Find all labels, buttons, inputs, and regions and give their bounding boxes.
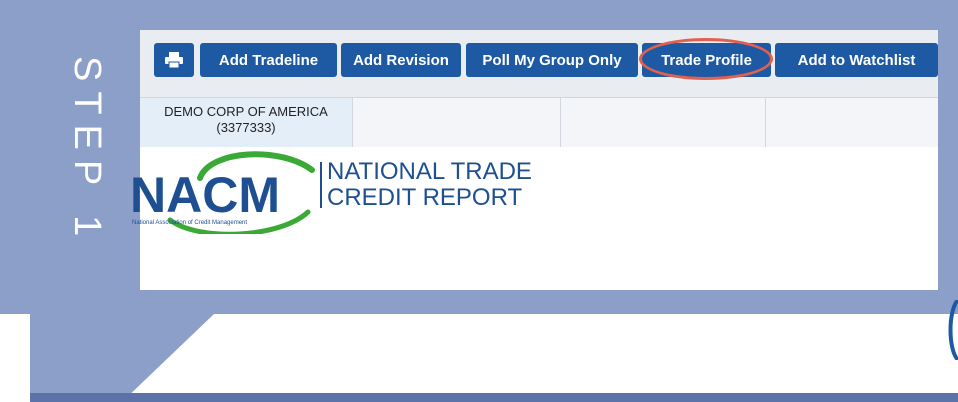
trade-profile-button[interactable]: Trade Profile [642, 43, 771, 77]
add-tradeline-button[interactable]: Add Tradeline [200, 43, 337, 77]
company-name: DEMO CORP OF AMERICA [164, 104, 328, 119]
company-id: (3377333) [216, 120, 276, 135]
printer-icon [165, 52, 183, 68]
nacm-wordmark: NACM [130, 167, 280, 223]
edge-decoration [948, 300, 958, 360]
column-divider [765, 98, 766, 148]
nacm-subtext: National Association of Credit Managemen… [132, 220, 247, 226]
add-to-watchlist-button[interactable]: Add to Watchlist [775, 43, 938, 77]
step-label: STEP 1 [66, 56, 108, 247]
report-title-line1: NATIONAL TRADE [327, 158, 532, 185]
nacm-logo: NACM National Association of Credit Mana… [130, 151, 315, 234]
poll-my-group-only-button[interactable]: Poll My Group Only [466, 43, 638, 77]
bottom-rule [30, 393, 958, 402]
add-revision-button[interactable]: Add Revision [341, 43, 461, 77]
report-title-line2: CREDIT REPORT [327, 184, 523, 211]
logo-divider [320, 162, 322, 208]
toolbar: Add Tradeline Add Revision Poll My Group… [140, 30, 938, 97]
column-divider [560, 98, 561, 148]
print-button[interactable] [154, 43, 194, 77]
